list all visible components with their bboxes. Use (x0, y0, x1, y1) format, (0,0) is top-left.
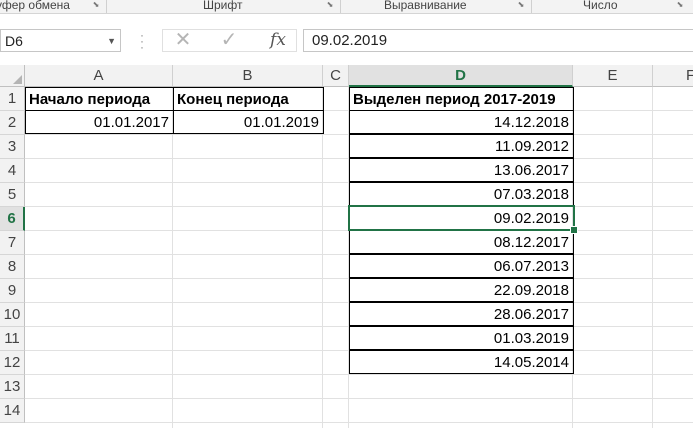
row-header-12[interactable]: 12 (0, 351, 25, 375)
row-header-7[interactable]: 7 (0, 231, 25, 255)
column-header-f[interactable]: F (653, 65, 693, 87)
cell-area[interactable]: Начало периода Конец периода 01.01.2017 … (25, 87, 693, 428)
font-dialog-launcher-icon[interactable]: ⬊ (326, 1, 334, 9)
column-header-a[interactable]: A (25, 65, 173, 87)
gridline (652, 87, 653, 428)
ribbon-group-clipboard-label: уфер обмена (0, 0, 70, 12)
select-all-button[interactable] (0, 65, 25, 87)
drag-handle-icon[interactable]: · · · (140, 29, 144, 53)
worksheet-grid: A B C D E F 1 2 3 4 5 6 7 8 9 10 11 12 1… (0, 65, 693, 428)
formula-buttons: ✕ ✓ fx (162, 29, 297, 52)
ribbon-group-labels: уфер обмена ⬊ Шрифт ⬊ Выравнивание ⬊ Чис… (0, 0, 693, 14)
ribbon-group-number-label: Число (583, 0, 618, 12)
enter-icon[interactable]: ✓ (213, 30, 245, 51)
formula-content: 09.02.2019 (312, 32, 388, 49)
cell-d12[interactable]: 14.05.2014 (349, 350, 574, 374)
cancel-icon[interactable]: ✕ (167, 30, 199, 51)
chevron-down-icon[interactable]: ▼ (107, 36, 116, 46)
active-cell-border (348, 205, 575, 231)
gridline (25, 374, 693, 375)
clipboard-dialog-launcher-icon[interactable]: ⬊ (92, 1, 100, 9)
row-header-9[interactable]: 9 (0, 279, 25, 303)
select-all-triangle-icon (13, 75, 22, 84)
column-header-e[interactable]: E (573, 65, 653, 87)
gridline (172, 87, 173, 428)
cell-d2[interactable]: 14.12.2018 (349, 110, 574, 134)
cell-d4[interactable]: 13.06.2017 (349, 158, 574, 182)
row-header-14[interactable]: 14 (0, 399, 25, 423)
gridline (322, 87, 323, 428)
cell-a1[interactable]: Начало периода (25, 87, 174, 111)
column-header-b[interactable]: B (173, 65, 323, 87)
row-header-5[interactable]: 5 (0, 183, 25, 207)
cell-b1[interactable]: Конец периода (173, 87, 324, 111)
row-header-8[interactable]: 8 (0, 255, 25, 279)
formula-bar-area: D6 ▼ · · · ✕ ✓ fx 09.02.2019 (0, 14, 693, 65)
row-header-11[interactable]: 11 (0, 327, 25, 351)
number-dialog-launcher-icon[interactable]: ⬊ (676, 1, 684, 9)
ribbon-separator (106, 0, 107, 13)
cell-b2[interactable]: 01.01.2019 (173, 110, 324, 134)
cell-a2[interactable]: 01.01.2017 (25, 110, 174, 134)
cell-d7[interactable]: 08.12.2017 (349, 230, 574, 254)
alignment-dialog-launcher-icon[interactable]: ⬊ (517, 1, 525, 9)
ribbon-separator (531, 0, 532, 13)
row-header-6[interactable]: 6 (0, 207, 25, 231)
cell-d11[interactable]: 01.03.2019 (349, 326, 574, 350)
name-box[interactable]: D6 ▼ (0, 29, 121, 52)
name-box-value: D6 (5, 33, 23, 49)
column-header-c[interactable]: C (323, 65, 349, 87)
cell-d8[interactable]: 06.07.2013 (349, 254, 574, 278)
ribbon-group-font-label: Шрифт (203, 0, 243, 12)
cell-d1[interactable]: Выделен период 2017-2019 (349, 87, 574, 111)
row-header-2[interactable]: 2 (0, 111, 25, 135)
ribbon-separator (340, 0, 341, 13)
cell-d3[interactable]: 11.09.2012 (349, 134, 574, 158)
formula-input[interactable]: 09.02.2019 (303, 29, 693, 52)
row-header-3[interactable]: 3 (0, 135, 25, 159)
cell-d5[interactable]: 07.03.2018 (349, 182, 574, 206)
gridline (25, 398, 693, 399)
row-header-1[interactable]: 1 (0, 87, 25, 111)
fill-handle[interactable] (570, 226, 578, 234)
ribbon-group-alignment-label: Выравнивание (384, 0, 467, 12)
row-header-10[interactable]: 10 (0, 303, 25, 327)
row-header-13[interactable]: 13 (0, 375, 25, 399)
gridline (25, 422, 693, 423)
column-header-d[interactable]: D (349, 65, 573, 87)
cell-d9[interactable]: 22.09.2018 (349, 278, 574, 302)
row-header-4[interactable]: 4 (0, 159, 25, 183)
insert-function-icon[interactable]: fx (263, 30, 293, 51)
cell-d10[interactable]: 28.06.2017 (349, 302, 574, 326)
